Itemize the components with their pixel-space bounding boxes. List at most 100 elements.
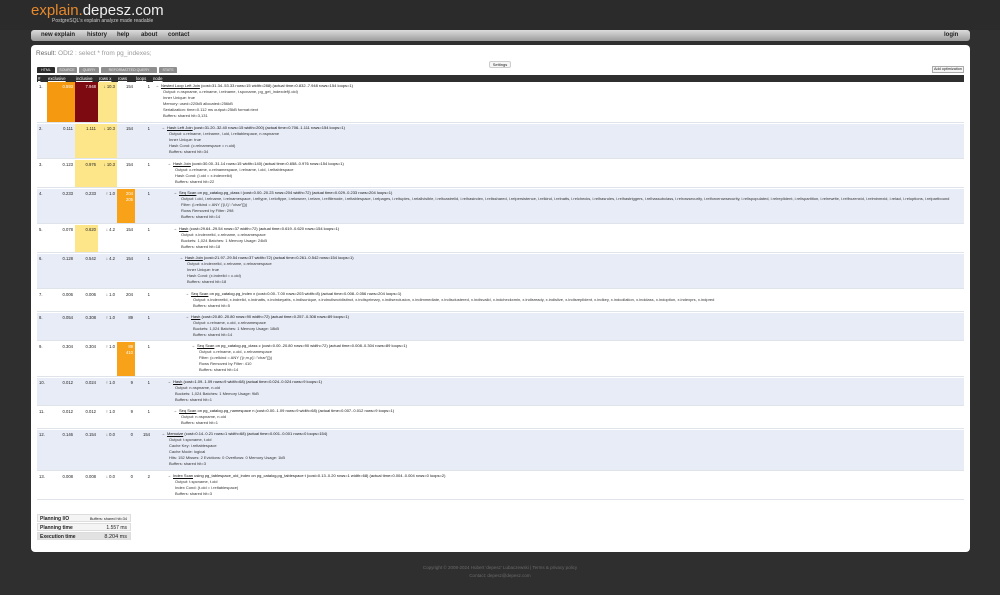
rows-estimate-factor: ↑ 1.0 xyxy=(105,191,115,196)
node-detail-line: Buffers: shared hit=1 xyxy=(175,397,212,402)
tab-source[interactable]: SOURCE xyxy=(57,67,77,73)
node-operation-link[interactable]: Hash xyxy=(179,226,188,231)
exclusive-time: 0.078 xyxy=(62,227,73,232)
table-row[interactable]: 10. 0.012 0.024 ↑ 1.0 9 1 → Hash (cost=1.09..1.… xyxy=(37,378,964,406)
row-number: 13. xyxy=(39,474,45,479)
plan-node: → Memoize (cost=0.14..0.21 rows=1 width=6… xyxy=(161,430,327,467)
node-detail-line: Output: x.indexrelid, x.indrelid, x.indn… xyxy=(193,297,715,302)
loops-count: 1 xyxy=(147,292,150,297)
table-row[interactable]: 12. 0.146 0.154 ↓ 0.0 0 154 → Memoize (cost=0.1… xyxy=(37,430,964,471)
tab-stats[interactable]: STATS xyxy=(159,67,177,73)
arrow-right-icon: → xyxy=(167,161,171,166)
table-row[interactable]: 11. 0.012 0.012 ↑ 1.0 9 1 → Seq Scan on pg_cata… xyxy=(37,407,964,429)
row-number: 12. xyxy=(39,432,45,437)
add-optimization-button[interactable]: Add optimization xyxy=(932,66,964,73)
node-detail-line: Buffers: shared hit=14 xyxy=(199,367,239,372)
table-row[interactable]: 2. 0.111 1.111 ↓ 10.3 154 1 → Hash Left Join (c… xyxy=(37,124,964,159)
tab-query[interactable]: QUERY xyxy=(79,67,99,73)
rows-estimate-factor: ↓ 0.0 xyxy=(105,432,115,437)
summary-value: Buffers: shared hit=34 xyxy=(89,517,127,521)
nav-new-explain[interactable]: new explain xyxy=(41,32,75,38)
loops-count: 1 xyxy=(147,256,150,261)
nav-history[interactable]: history xyxy=(87,32,107,38)
site-logo[interactable]: explain.depesz.com xyxy=(31,3,1000,18)
col-exclusive[interactable]: exclusive xyxy=(47,75,75,82)
node-cost-info: on pg_catalog.pg_namespace n (cost=0.00.… xyxy=(197,408,395,413)
col-rows-x[interactable]: rows x xyxy=(98,75,117,82)
node-detail-line: Buffers: shared hit=34 xyxy=(169,149,209,154)
result-query: ODt2 : select * from pg_indexes; xyxy=(58,50,152,57)
node-detail-line: Buffers: shared hit=1 xyxy=(181,420,218,425)
summary-label: Planning time xyxy=(40,525,73,531)
plan-node: → Seq Scan on pg_catalog.pg_class c (cost… xyxy=(191,342,407,373)
arrow-right-icon: → xyxy=(179,255,183,260)
inclusive-time: 0.620 xyxy=(75,225,98,252)
col-number[interactable]: # xyxy=(37,75,47,82)
exclusive-time: 0.233 xyxy=(62,191,73,196)
settings-button[interactable]: Settings xyxy=(489,61,511,68)
node-operation-link[interactable]: Hash Join xyxy=(173,161,191,166)
table-row[interactable]: 3. 0.123 0.976 ↓ 10.3 154 1 → Hash Join (cost=3… xyxy=(37,160,964,188)
col-rows[interactable]: rows xyxy=(117,75,135,82)
node-operation-link[interactable]: Hash xyxy=(191,314,200,319)
loops-count: 1 xyxy=(147,162,150,167)
table-row[interactable]: 8. 0.054 0.308 ↑ 1.0 89 1 → Hash (cost=20.80..2… xyxy=(37,313,964,341)
inclusive-time: 0.008 xyxy=(85,474,96,479)
inclusive-time: 0.154 xyxy=(85,432,96,437)
table-row[interactable]: 6. 0.128 0.542 ↓ 4.2 154 1 → Hash Join (cost=21… xyxy=(37,254,964,289)
table-row[interactable]: 5. 0.078 0.620 ↓ 4.2 154 1 → Hash (cost=29.64..… xyxy=(37,225,964,253)
tab-reformatted-query[interactable]: REFORMATTED QUERY xyxy=(101,67,157,73)
node-operation-link[interactable]: Hash Left Join xyxy=(167,125,193,130)
node-operation-link[interactable]: Memoize xyxy=(167,431,183,436)
node-operation-link[interactable]: Seq Scan xyxy=(197,343,214,348)
col-node[interactable]: node xyxy=(152,75,172,82)
inclusive-time: 0.006 xyxy=(85,292,96,297)
inclusive-time: 0.542 xyxy=(85,256,96,261)
node-operation-link[interactable]: Seq Scan xyxy=(191,291,208,296)
row-number: 7. xyxy=(39,292,43,297)
node-operation-link[interactable]: Seq Scan xyxy=(179,408,196,413)
nav-login[interactable]: login xyxy=(944,32,958,38)
table-row[interactable]: 7. 0.006 0.006 ↓ 1.0 204 1 → Seq Scan on pg_cat… xyxy=(37,290,964,312)
main-nav: new explain history help about contact l… xyxy=(31,30,970,41)
inclusive-time: 7.948 xyxy=(75,82,98,122)
rows-estimate-factor: ↓ 0.0 xyxy=(105,474,115,479)
row-number: 4. xyxy=(39,191,43,196)
table-row[interactable]: 4. 0.233 0.233 ↑ 1.0 204 205 1 → Seq Scan on pg_… xyxy=(37,189,964,224)
summary-planning-time: Planning time 1.557 ms xyxy=(37,523,131,531)
inclusive-time: 0.233 xyxy=(85,191,96,196)
summary-table: Planning I/O Buffers: shared hit=34 Plann… xyxy=(37,514,131,541)
table-row[interactable]: 1. 0.593 7.948 ↓ 10.3 154 1 → Nested Loop Left … xyxy=(37,82,964,123)
node-operation-link[interactable]: Hash Join xyxy=(185,255,203,260)
nav-help[interactable]: help xyxy=(117,32,129,38)
node-operation-link[interactable]: Nested Loop Left Join xyxy=(161,83,200,88)
node-detail-line: Buffers: shared hit=14 xyxy=(181,214,221,219)
plan-node: → Seq Scan on pg_catalog.pg_namespace n (… xyxy=(173,407,394,426)
node-cost-info: (cost=1.09..1.09 rows=9 width=68) (actua… xyxy=(183,379,322,384)
inclusive-time: 1.111 xyxy=(75,124,98,158)
node-operation-link[interactable]: Seq Scan xyxy=(179,190,196,195)
rows-count: 154 xyxy=(126,84,133,89)
rows-estimate-factor: ↓ 10.3 xyxy=(98,124,117,158)
nav-about[interactable]: about xyxy=(141,32,157,38)
nav-contact[interactable]: contact xyxy=(168,32,189,38)
col-inclusive[interactable]: inclusive xyxy=(75,75,98,82)
col-loops[interactable]: loops xyxy=(135,75,152,82)
exclusive-time: 0.111 xyxy=(63,126,73,131)
rows-removed-count: 410 xyxy=(126,350,133,355)
node-detail-line: Buffers: shared hit=18 xyxy=(187,279,227,284)
node-cost-info: (cost=0.14..0.21 rows=1 width=68) (actua… xyxy=(184,431,328,436)
logo-part-domain: depesz.com xyxy=(82,2,164,19)
node-operation-link[interactable]: Hash xyxy=(173,379,182,384)
table-row[interactable]: 13. 0.008 0.008 ↓ 0.0 0 2 → Index Scan using pg… xyxy=(37,472,964,500)
arrow-right-icon: → xyxy=(161,125,165,130)
tab-html[interactable]: HTML xyxy=(37,67,55,73)
table-row[interactable]: 9. 0.304 0.304 ↑ 1.0 89 410 1 → Seq Scan on pg_c… xyxy=(37,342,964,377)
plan-node: → Hash (cost=20.80..20.80 rows=90 width=7… xyxy=(185,313,349,338)
node-operation-link[interactable]: Index Scan xyxy=(173,473,193,478)
result-prefix: Result: xyxy=(36,50,57,57)
rows-count: 0 xyxy=(130,474,133,479)
node-cost-info: on pg_catalog.pg_index x (cost=0.00..7.0… xyxy=(209,291,402,296)
loops-count: 1 xyxy=(147,84,150,89)
node-detail-line: Buffers: shared hit=3,131 xyxy=(163,113,208,118)
